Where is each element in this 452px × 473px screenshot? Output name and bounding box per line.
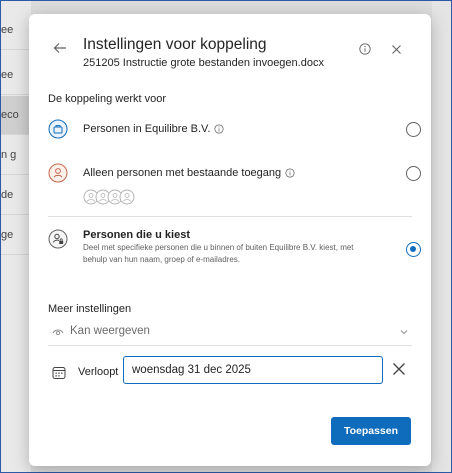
background-row: ee (1, 11, 31, 50)
option-text: Personen in Equilibre B.V. (83, 123, 211, 135)
background-right-panel (432, 1, 451, 472)
more-settings-label: Meer instellingen (48, 303, 132, 315)
expiry-date-input[interactable] (123, 356, 383, 384)
option-label: Personen in Equilibre B.V. (83, 123, 224, 135)
avatar-group (83, 189, 135, 205)
permission-label: Kan weergeven (70, 325, 150, 337)
divider (48, 216, 412, 217)
expiry-label: Verloopt (78, 366, 119, 378)
radio-organization[interactable] (406, 122, 421, 137)
people-lock-icon (48, 229, 68, 249)
background-row: ee (1, 56, 31, 95)
dialog-subtitle: 251205 Instructie grote bestanden invoeg… (83, 57, 324, 69)
option-label: Alleen personen met bestaande toegang (83, 167, 295, 179)
background-row: de (1, 176, 31, 215)
option-label: Personen die u kiest (83, 229, 190, 241)
option-description: Deel met specifieke personen die u binne… (83, 243, 354, 264)
close-icon[interactable] (391, 44, 402, 55)
apply-button[interactable]: Toepassen (331, 417, 411, 445)
calendar-icon (52, 367, 66, 379)
background-row: eco (1, 96, 31, 135)
eye-icon (52, 329, 64, 336)
section-label: De koppeling werkt voor (48, 93, 167, 105)
info-icon[interactable] (359, 43, 371, 55)
briefcase-icon (48, 119, 68, 139)
person-icon (48, 163, 68, 183)
radio-existing-access[interactable] (406, 166, 421, 181)
background-list: ee ee eco n g de ge (1, 1, 31, 472)
info-icon[interactable] (285, 168, 295, 178)
info-icon[interactable] (214, 124, 224, 134)
permission-dropdown[interactable]: Kan weergeven (48, 321, 412, 346)
dialog-title: Instellingen voor koppeling (83, 36, 267, 53)
back-arrow-icon[interactable] (52, 40, 68, 56)
background-row: n g (1, 136, 31, 175)
chevron-down-icon (400, 330, 408, 335)
background-row: ge (1, 216, 31, 255)
option-text: Alleen personen met bestaande toegang (83, 167, 282, 179)
link-settings-dialog: Instellingen voor koppeling 251205 Instr… (29, 14, 431, 466)
radio-specific-people[interactable] (406, 242, 421, 257)
clear-icon[interactable] (392, 362, 406, 376)
